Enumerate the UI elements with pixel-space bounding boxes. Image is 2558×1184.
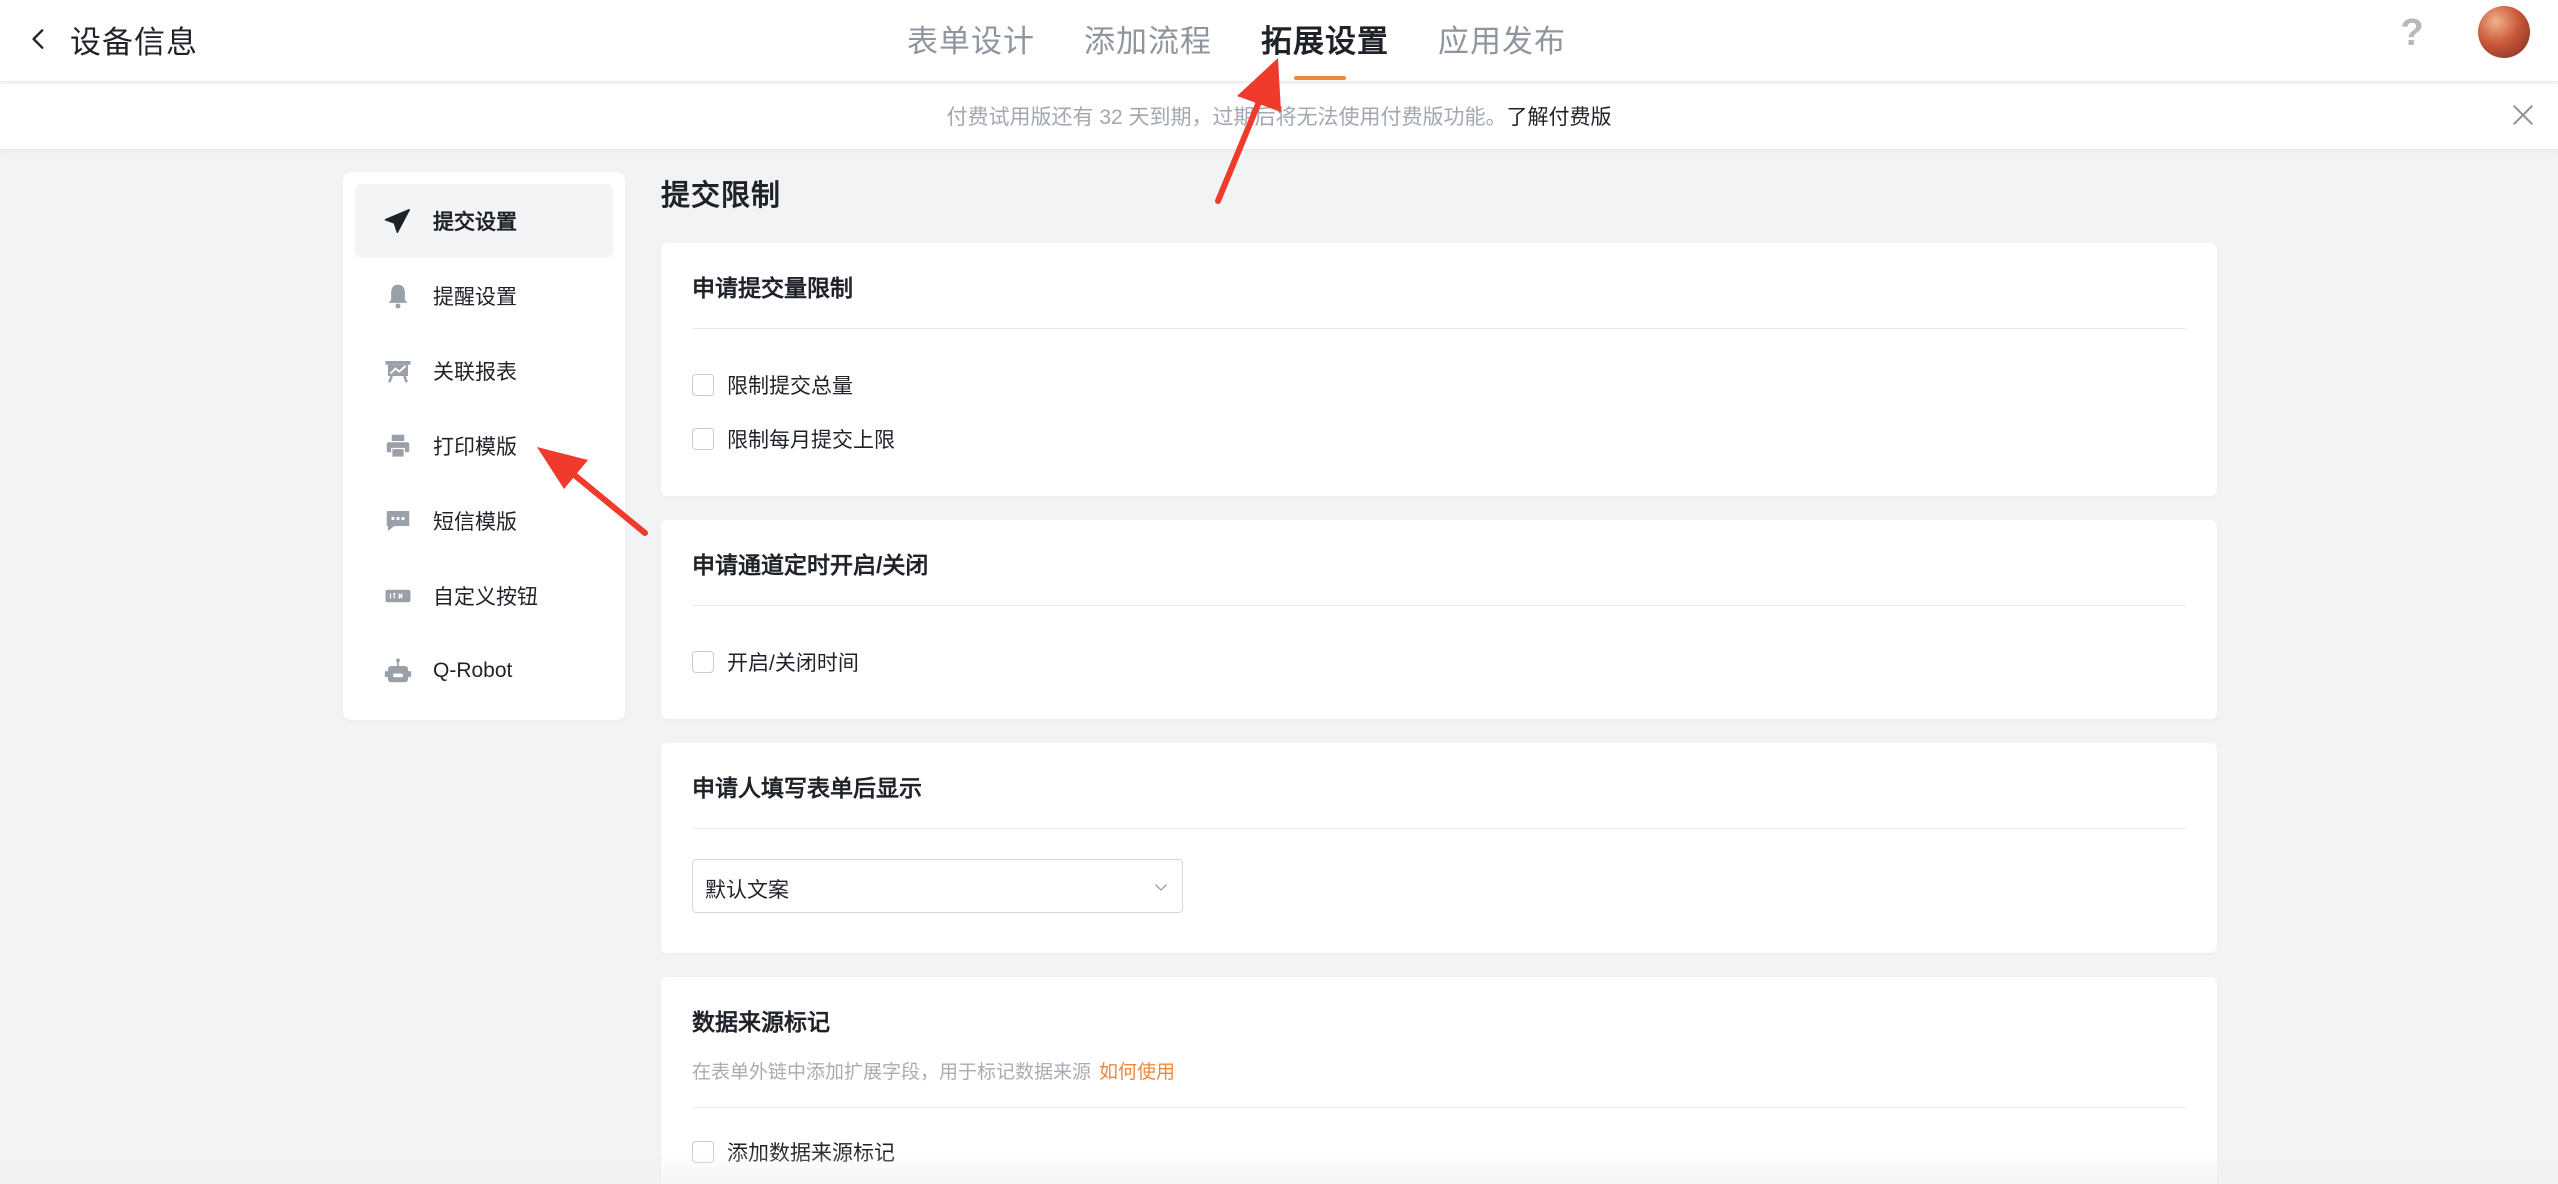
top-header: 设备信息 表单设计 添加流程 拓展设置 应用发布 ? bbox=[0, 0, 2558, 82]
tab-app-publish[interactable]: 应用发布 bbox=[1438, 16, 1566, 66]
sidebar-item-label: Q-Robot bbox=[433, 659, 513, 682]
tab-extension-settings[interactable]: 拓展设置 bbox=[1261, 16, 1389, 66]
sidebar-item-custom-buttons[interactable]: 自定义按钮 bbox=[355, 559, 613, 633]
after-submit-display-select[interactable]: 默认文案 bbox=[692, 859, 1183, 913]
card-after-submit-display: 申请人填写表单后显示 默认文案 bbox=[661, 743, 2217, 953]
select-value: 默认文案 bbox=[705, 879, 789, 902]
card-title: 申请人填写表单后显示 bbox=[692, 775, 922, 801]
nav-tabs: 表单设计 添加流程 拓展设置 应用发布 bbox=[0, 0, 2558, 82]
limit-monthly-checkbox[interactable] bbox=[692, 428, 714, 450]
trial-banner: 付费试用版还有 32 天到期，过期后将无法使用付费版功能。了解付费版 bbox=[0, 84, 2558, 150]
app-title: 设备信息 bbox=[70, 24, 198, 60]
sidebar-item-label: 提醒设置 bbox=[433, 286, 517, 309]
page-title: 提交限制 bbox=[661, 180, 782, 212]
divider bbox=[692, 1107, 2186, 1108]
card-submission-limit: 申请提交量限制 限制提交总量 限制每月提交上限 bbox=[661, 243, 2217, 496]
option-add-data-source-mark[interactable]: 添加数据来源标记 bbox=[692, 1137, 895, 1167]
trial-banner-text: 付费试用版还有 32 天到期，过期后将无法使用付费版功能。了解付费版 bbox=[0, 101, 2558, 131]
sidebar-item-sms-templates[interactable]: 短信模版 bbox=[355, 484, 613, 558]
card-title: 申请通道定时开启/关闭 bbox=[692, 552, 929, 578]
settings-sidebar: 提交设置 提醒设置 关联报表 打印模版 短信模版 自定义按钮 Q-Robot bbox=[343, 172, 625, 720]
card-title: 数据来源标记 bbox=[692, 1009, 830, 1035]
chevron-down-icon bbox=[1155, 884, 1167, 891]
sidebar-item-reminder-settings[interactable]: 提醒设置 bbox=[355, 259, 613, 333]
card-description-text: 在表单外链中添加扩展字段，用于标记数据来源 bbox=[692, 1062, 1092, 1083]
add-data-source-mark-checkbox[interactable] bbox=[692, 1141, 714, 1163]
card-data-source-mark: 数据来源标记 在表单外链中添加扩展字段，用于标记数据来源 如何使用 添加数据来源标… bbox=[661, 977, 2217, 1184]
printer-icon bbox=[381, 429, 415, 463]
close-icon[interactable] bbox=[2508, 100, 2538, 130]
sidebar-item-label: 打印模版 bbox=[433, 436, 517, 459]
sidebar-item-label: 短信模版 bbox=[433, 511, 517, 534]
bell-icon bbox=[381, 279, 415, 313]
sms-message-icon bbox=[381, 504, 415, 538]
open-close-time-checkbox[interactable] bbox=[692, 651, 714, 673]
robot-icon bbox=[381, 654, 415, 688]
help-icon[interactable]: ? bbox=[2394, 12, 2430, 58]
sidebar-item-print-templates[interactable]: 打印模版 bbox=[355, 409, 613, 483]
divider bbox=[692, 605, 2186, 606]
avatar[interactable] bbox=[2478, 6, 2530, 58]
report-board-icon bbox=[381, 354, 415, 388]
card-schedule-open-close: 申请通道定时开启/关闭 开启/关闭时间 bbox=[661, 520, 2217, 719]
option-label: 开启/关闭时间 bbox=[727, 652, 859, 675]
option-label: 限制每月提交上限 bbox=[727, 429, 895, 452]
option-limit-monthly[interactable]: 限制每月提交上限 bbox=[692, 424, 895, 454]
option-label: 添加数据来源标记 bbox=[727, 1142, 895, 1165]
option-limit-total[interactable]: 限制提交总量 bbox=[692, 370, 853, 400]
divider bbox=[692, 328, 2186, 329]
sidebar-item-label: 提交设置 bbox=[433, 211, 517, 234]
option-open-close-time[interactable]: 开启/关闭时间 bbox=[692, 647, 859, 677]
card-description: 在表单外链中添加扩展字段，用于标记数据来源 如何使用 bbox=[692, 1057, 1175, 1084]
paper-plane-icon bbox=[381, 204, 415, 238]
sidebar-item-label: 自定义按钮 bbox=[433, 586, 538, 609]
learn-paid-version-link[interactable]: 了解付费版 bbox=[1507, 106, 1612, 129]
tab-add-workflow[interactable]: 添加流程 bbox=[1084, 16, 1212, 66]
option-label: 限制提交总量 bbox=[727, 375, 853, 398]
sidebar-item-submit-settings[interactable]: 提交设置 bbox=[355, 184, 613, 258]
active-tab-indicator bbox=[1294, 76, 1346, 80]
trial-banner-message: 付费试用版还有 32 天到期，过期后将无法使用付费版功能。 bbox=[946, 106, 1507, 129]
how-to-use-link[interactable]: 如何使用 bbox=[1099, 1062, 1175, 1083]
back-button[interactable]: 设备信息 bbox=[26, 14, 198, 64]
card-title: 申请提交量限制 bbox=[692, 275, 853, 301]
chevron-left-icon bbox=[32, 29, 44, 49]
divider bbox=[692, 828, 2186, 829]
limit-total-checkbox[interactable] bbox=[692, 374, 714, 396]
sidebar-item-linked-reports[interactable]: 关联报表 bbox=[355, 334, 613, 408]
sidebar-item-label: 关联报表 bbox=[433, 361, 517, 384]
tab-form-design[interactable]: 表单设计 bbox=[907, 16, 1035, 66]
sidebar-item-q-robot[interactable]: Q-Robot bbox=[355, 634, 613, 708]
btn-tag-icon bbox=[381, 579, 415, 613]
